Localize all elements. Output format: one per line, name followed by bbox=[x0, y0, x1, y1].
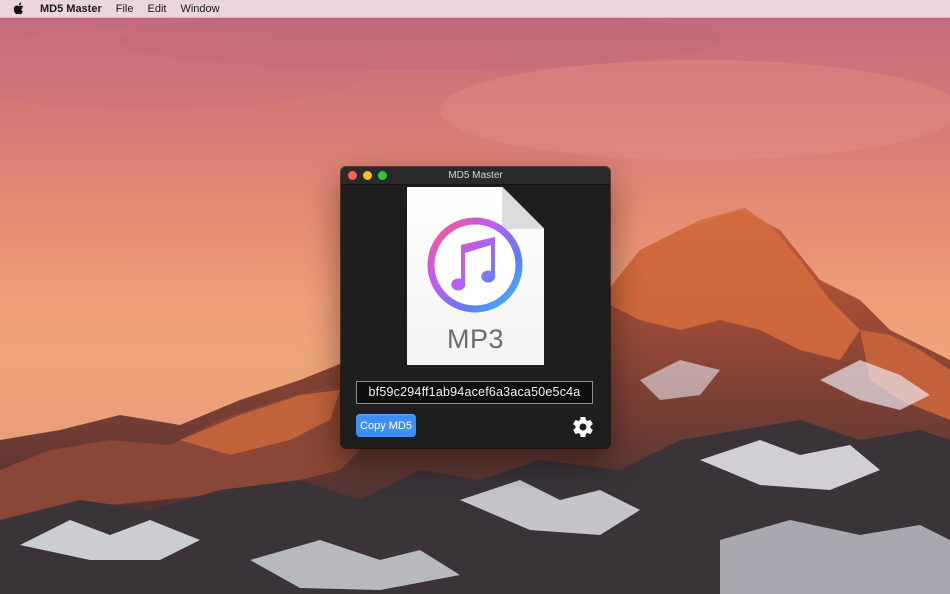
md5-hash-field[interactable]: bf59c294ff1ab94acef6a3aca50e5c4a bbox=[356, 381, 593, 404]
zoom-button[interactable] bbox=[378, 171, 387, 180]
gear-icon[interactable] bbox=[571, 415, 595, 439]
window-titlebar[interactable]: MD5 Master bbox=[341, 167, 610, 185]
md5-master-window: MD5 Master MP3 bf59c294ff1ab94acef6a3aca… bbox=[341, 167, 610, 448]
menu-edit[interactable]: Edit bbox=[147, 3, 166, 15]
menu-window[interactable]: Window bbox=[180, 3, 219, 15]
file-extension-label: MP3 bbox=[446, 324, 505, 354]
copy-md5-button[interactable]: Copy MD5 bbox=[356, 414, 416, 437]
menu-file[interactable]: File bbox=[116, 3, 134, 15]
menu-app-name[interactable]: MD5 Master bbox=[40, 3, 102, 15]
close-button[interactable] bbox=[348, 171, 357, 180]
minimize-button[interactable] bbox=[363, 171, 372, 180]
traffic-lights bbox=[348, 171, 387, 180]
apple-logo-icon[interactable] bbox=[8, 2, 28, 15]
menu-bar: MD5 Master File Edit Window bbox=[0, 0, 950, 18]
